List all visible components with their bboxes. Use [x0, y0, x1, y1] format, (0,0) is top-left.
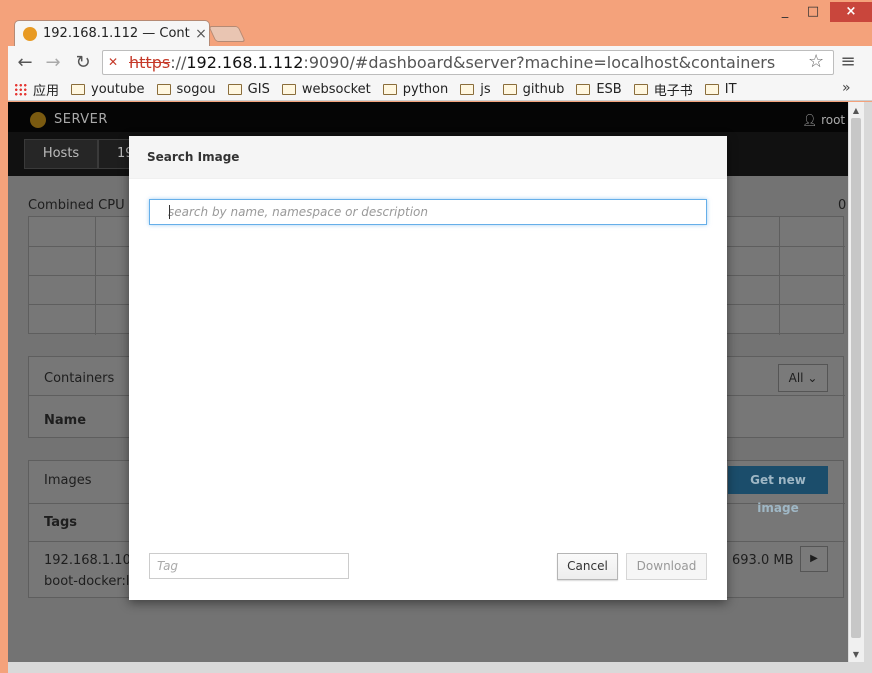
text-caret: [169, 205, 170, 219]
dialog-title: Search Image: [147, 150, 240, 164]
bookmark-label: ESB: [596, 82, 622, 97]
server-logo-icon: [30, 112, 46, 128]
scroll-down-icon[interactable]: ▼: [848, 648, 864, 662]
window-frame: [0, 0, 8, 673]
filter-value: All: [788, 371, 804, 385]
bookmark-label: IT: [724, 82, 737, 97]
bookmark-apps[interactable]: 应用: [14, 80, 59, 99]
bookmark-folder[interactable]: js: [460, 82, 491, 97]
folder-icon: [156, 84, 171, 95]
user-icon: 👤︎: [802, 113, 822, 127]
bookmark-label: python: [402, 82, 449, 97]
bookmark-label: sogou: [176, 82, 216, 97]
bookmark-label: youtube: [91, 82, 145, 97]
window-close-button[interactable]: ×: [830, 2, 872, 22]
folder-icon: [71, 84, 86, 95]
insecure-lock-icon[interactable]: ✕: [108, 55, 122, 69]
cpu-usage-label: Combined CPU us: [28, 198, 144, 213]
folder-icon: [382, 84, 397, 95]
bookmark-folder[interactable]: sogou: [156, 82, 216, 97]
url-separator: ://: [170, 53, 187, 72]
window-maximize-button[interactable]: □: [800, 2, 826, 22]
cockpit-topbar: [8, 102, 848, 132]
bookmark-folder[interactable]: youtube: [71, 82, 145, 97]
window-edge: [8, 662, 872, 673]
site-favicon-icon: [23, 26, 37, 41]
bookmark-label: GIS: [247, 82, 270, 97]
new-tab-button[interactable]: [208, 26, 246, 42]
url-path: :9090/#dashboard&server?machine=localhos…: [303, 53, 776, 72]
bookmark-label: js: [480, 82, 491, 97]
graph-gridline: [95, 217, 96, 335]
bookmark-label: websocket: [301, 82, 371, 97]
bookmark-label: 应用: [33, 84, 60, 99]
bookmark-folder[interactable]: github: [502, 82, 565, 97]
browser-tab[interactable]: 192.168.1.112 — Cont ×: [14, 20, 210, 46]
bookmark-folder[interactable]: ESB: [576, 82, 622, 97]
url-protocol: https: [129, 53, 171, 72]
folder-icon: [502, 84, 517, 95]
image-tag-text: boot-docker:lat: [44, 574, 143, 589]
name-column-header: Name: [44, 413, 87, 428]
images-title: Images: [44, 473, 92, 488]
image-size: 693.0 MB: [732, 553, 794, 568]
tags-column-header: Tags: [44, 515, 78, 530]
tag-input[interactable]: [149, 553, 349, 579]
user-menu[interactable]: 👤︎ root: [802, 113, 845, 127]
window-minimize-button[interactable]: _: [772, 2, 798, 22]
bookmark-folder[interactable]: 电子书: [633, 80, 693, 99]
browser-menu-icon[interactable]: ≡: [838, 52, 858, 72]
download-button[interactable]: Download: [626, 553, 707, 580]
tab-close-icon[interactable]: ×: [193, 26, 209, 42]
graph-gridline: [779, 217, 780, 335]
chevron-down-icon: ⌄: [807, 371, 818, 385]
server-brand: SERVER: [54, 112, 108, 127]
url-host: 192.168.1.112: [186, 53, 304, 72]
tab-title: 192.168.1.112 — Cont: [43, 26, 190, 41]
folder-icon: [704, 84, 719, 95]
bookmark-folder[interactable]: IT: [704, 82, 737, 97]
apps-grid-icon: [14, 83, 27, 96]
folder-icon: [281, 84, 296, 95]
cpu-usage-value: 0: [838, 198, 847, 213]
forward-arrow-icon[interactable]: →: [42, 52, 64, 74]
folder-icon: [633, 84, 648, 95]
bookmark-folder[interactable]: websocket: [281, 82, 371, 97]
folder-icon: [460, 84, 475, 95]
back-arrow-icon[interactable]: ←: [14, 52, 36, 74]
scroll-up-icon[interactable]: ▲: [848, 104, 864, 118]
scrollbar-thumb[interactable]: [851, 118, 861, 638]
image-search-input[interactable]: [149, 199, 707, 225]
cancel-button[interactable]: Cancel: [557, 553, 618, 580]
folder-icon: [227, 84, 242, 95]
user-name: root: [821, 113, 846, 127]
window-edge: [864, 102, 872, 673]
bookmark-star-icon[interactable]: ☆: [808, 52, 828, 72]
folder-icon: [576, 84, 591, 95]
bookmarks-bar: 应用 youtube sogou GIS websocket python js…: [8, 79, 872, 101]
bookmark-folder[interactable]: python: [382, 82, 449, 97]
bookmark-label: github: [522, 82, 565, 97]
containers-title: Containers: [44, 371, 115, 386]
run-image-play-icon[interactable]: ▶: [800, 546, 828, 572]
bookmark-label: 电子书: [653, 84, 693, 99]
reload-icon[interactable]: ↻: [72, 52, 94, 74]
tab-hosts[interactable]: Hosts: [24, 139, 98, 169]
bookmarks-overflow-icon[interactable]: »: [842, 80, 851, 96]
get-new-image-button[interactable]: Get new image: [728, 466, 828, 515]
address-bar[interactable]: https://192.168.1.112:9090/#dashboard&se…: [102, 50, 834, 75]
bookmark-folder[interactable]: GIS: [227, 82, 270, 97]
container-filter-dropdown[interactable]: All ⌄: [778, 364, 828, 392]
